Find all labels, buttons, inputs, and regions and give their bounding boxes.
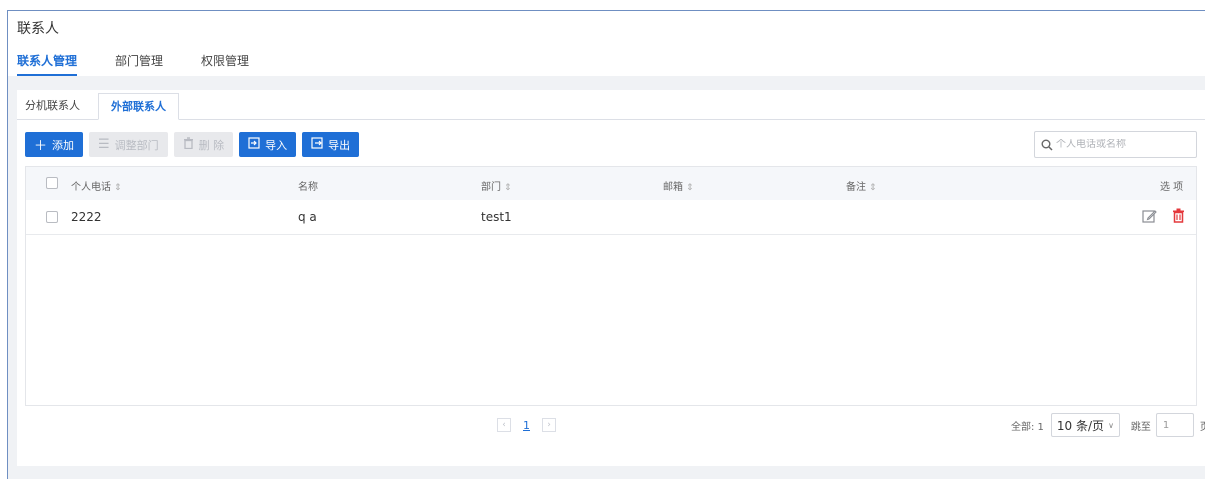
frame-border-top <box>7 10 1205 11</box>
add-button[interactable]: ＋ 添加 <box>25 132 84 157</box>
adjust-department-label: 调整部门 <box>114 138 159 152</box>
jump-label: 跳至 <box>1130 421 1151 433</box>
adjust-department-button[interactable]: ☰ 调整部门 <box>89 132 168 157</box>
tab-contact-management[interactable]: 联系人管理 <box>17 52 78 76</box>
subtab-extension-contacts[interactable]: 分机联系人 <box>25 93 80 120</box>
tab-department-management[interactable]: 部门管理 <box>115 52 163 76</box>
delete-button-label: 删 除 <box>198 138 225 152</box>
page-number-1[interactable]: 1 <box>523 419 530 432</box>
search-input[interactable] <box>1056 139 1186 150</box>
delete-icon[interactable] <box>1172 208 1185 226</box>
export-button[interactable]: 导出 <box>302 132 360 157</box>
contacts-table: 个人电话 ⇕ 名称 部门 ⇕ 邮箱 ⇕ 备注 ⇕ 选 项 2222 q a test1 <box>25 166 1197 406</box>
delete-button[interactable]: 删 除 <box>173 132 234 157</box>
select-all-checkbox[interactable] <box>46 177 58 189</box>
page-unit-label: 页 <box>1199 421 1205 433</box>
import-button[interactable]: 导入 <box>239 132 297 157</box>
cell-name: q a <box>298 210 317 224</box>
page-size-value: 10 条/页 <box>1056 418 1105 433</box>
prev-page-button[interactable]: ‹ <box>497 418 511 432</box>
row-checkbox[interactable] <box>46 211 58 223</box>
table-row: 2222 q a test1 <box>26 200 1196 235</box>
tab-permission-management[interactable]: 权限管理 <box>201 52 249 76</box>
cell-phone: 2222 <box>71 210 102 224</box>
search-icon <box>1041 139 1053 151</box>
sub-tabs: 分机联系人 外部联系人 <box>17 93 1205 120</box>
chevron-down-icon: ∨ <box>1108 420 1114 430</box>
import-icon <box>248 136 260 153</box>
toolbar: ＋ 添加 ☰ 调整部门 删 除 导入 导出 <box>25 132 365 157</box>
edit-icon[interactable] <box>1142 209 1157 227</box>
pagination-controls: 全部: 1 10 条/页 ∨ 跳至 1 页 <box>1011 413 1205 437</box>
column-header-email[interactable]: 邮箱 ⇕ <box>663 178 694 193</box>
trash-icon <box>183 136 194 153</box>
sort-icon: ⇕ <box>869 183 877 193</box>
column-header-options: 选 项 <box>1160 182 1184 193</box>
sort-icon: ⇕ <box>686 183 694 193</box>
import-button-label: 导入 <box>265 138 288 152</box>
jump-page-input[interactable]: 1 <box>1155 413 1194 437</box>
column-header-phone[interactable]: 个人电话 ⇕ <box>71 178 122 193</box>
subtab-external-contacts[interactable]: 外部联系人 <box>98 93 179 120</box>
add-button-label: 添加 <box>52 138 75 152</box>
table-header: 个人电话 ⇕ 名称 部门 ⇕ 邮箱 ⇕ 备注 ⇕ 选 项 <box>26 167 1196 200</box>
column-header-remark[interactable]: 备注 ⇕ <box>846 178 877 193</box>
column-header-department[interactable]: 部门 ⇕ <box>481 178 512 193</box>
sort-icon: ⇕ <box>114 183 122 193</box>
page-title: 联系人 <box>17 21 59 37</box>
plus-icon: ＋ <box>34 139 48 154</box>
cell-department: test1 <box>481 210 512 224</box>
export-icon <box>311 136 323 153</box>
page-size-select[interactable]: 10 条/页 ∨ <box>1050 413 1120 437</box>
search-box[interactable] <box>1034 131 1197 158</box>
next-page-button[interactable]: › <box>542 418 556 432</box>
sliders-icon: ☰ <box>98 137 110 152</box>
pagination: ‹ 1 › <box>497 418 556 432</box>
export-button-label: 导出 <box>328 138 351 152</box>
total-count: 全部: 1 <box>1011 421 1044 433</box>
frame-border-left <box>7 10 8 479</box>
sort-icon: ⇕ <box>504 183 512 193</box>
main-tabs: 联系人管理 部门管理 权限管理 <box>17 52 287 76</box>
column-header-name: 名称 <box>298 182 318 193</box>
